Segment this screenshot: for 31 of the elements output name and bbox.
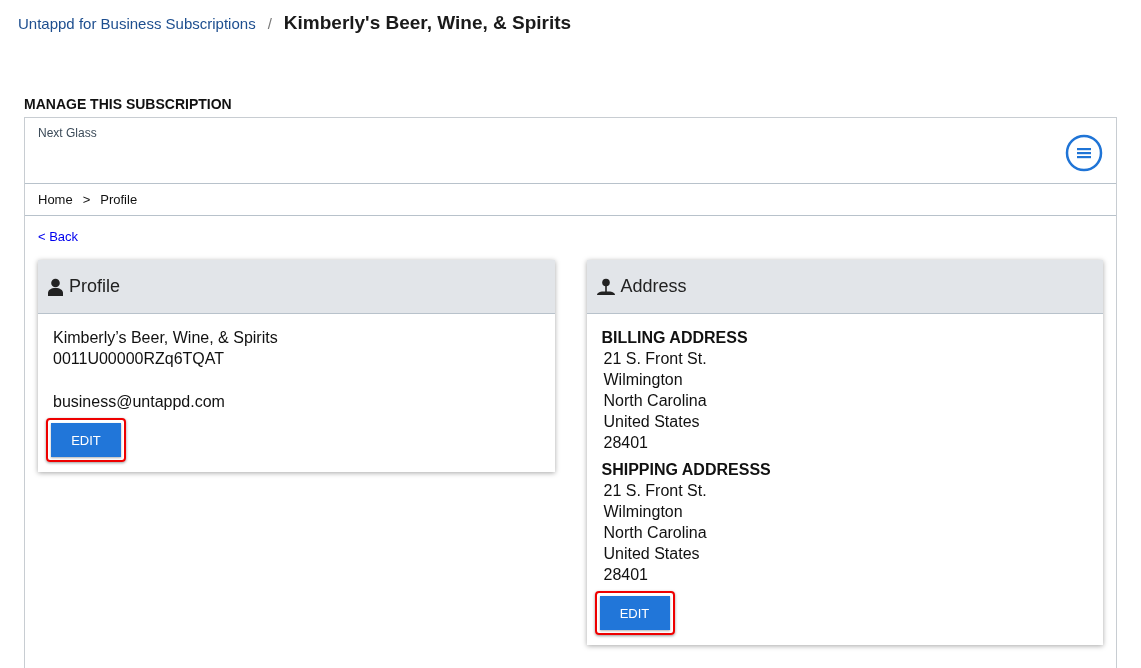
address-line: 28401 [602, 433, 649, 453]
map-pin-icon [596, 277, 615, 296]
breadcrumb-item[interactable]: Profile [100, 192, 138, 207]
address-heading: SHIPPING ADDRESSS [601, 460, 772, 480]
back-link[interactable]: < Back [38, 229, 79, 244]
email-text: business@untappd.com [53, 392, 226, 412]
address-line: North Carolina [602, 391, 708, 411]
page-title: Kimberly's Beer, Wine, & Spirits [283, 12, 572, 34]
address-heading: BILLING ADDRESS [601, 328, 749, 348]
address-line: United States [602, 412, 701, 432]
address-line: United States [602, 544, 701, 564]
breadcrumb-separator: / [267, 14, 272, 32]
person-icon [48, 277, 63, 296]
address-line: Wilmington [602, 502, 684, 522]
address-line: North Carolina [602, 523, 708, 543]
profile-text: 0011U00000RZq6TQAT [53, 349, 226, 369]
card-title: Profile [69, 276, 121, 297]
breadcrumb-separator: > [82, 192, 91, 207]
edit-button[interactable]: EDIT [599, 596, 670, 630]
address-line: 21 S. Front St. [602, 481, 708, 501]
menu-button[interactable] [1065, 134, 1103, 172]
card-title: Address [620, 276, 687, 297]
brand-name: Next Glass [38, 126, 97, 142]
edit-button[interactable]: EDIT [51, 423, 121, 457]
profile-text: Kimberly’s Beer, Wine, & Spirits [53, 328, 279, 348]
address-line: 21 S. Front St. [602, 349, 708, 369]
breadcrumb-link[interactable]: Untappd for Business Subscriptions [18, 14, 256, 32]
address-line: 28401 [602, 565, 649, 585]
address-line: Wilmington [602, 370, 684, 390]
breadcrumb-item[interactable]: Home [38, 192, 73, 207]
section-title: MANAGE THIS SUBSCRIPTION [24, 96, 233, 112]
